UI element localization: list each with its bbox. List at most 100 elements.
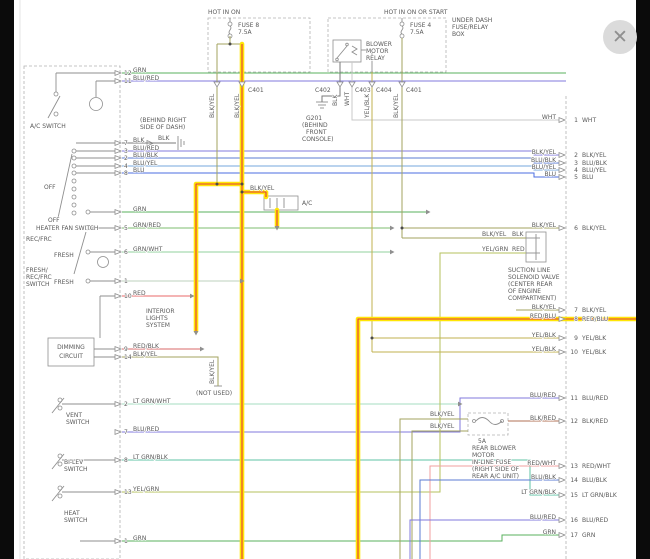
wire-color-label-vertical: BLK/YEL (393, 93, 400, 118)
wire-grn (122, 535, 562, 541)
interior-lights-label: SYSTEM (146, 322, 170, 329)
relay-contact (336, 58, 339, 61)
heater-fan-switch-label: HEATER FAN SWITCH (36, 225, 98, 232)
switch-contact (72, 179, 76, 183)
dash-ground-location: SIDE OF DASH) (140, 124, 185, 131)
wire-color-label: BLK/YEL (532, 222, 557, 229)
pin-number: 11 (570, 395, 578, 402)
connector-pin-arrow (559, 336, 565, 341)
g201-label: G201 (306, 115, 322, 122)
inline-connector-arrow (399, 82, 405, 87)
fuse4-terminal (400, 34, 404, 38)
pin-number: 4 (124, 163, 128, 170)
switch-contact (86, 279, 90, 283)
ac-connector-box (264, 196, 298, 210)
wire-color-label: YEL/BLK (531, 332, 557, 339)
wire-color-label: LT GRN/BLK (521, 489, 557, 496)
solenoid-valve-label: SUCTION LINE (508, 267, 551, 274)
pin-number: 10 (124, 293, 132, 300)
switch-contact (58, 462, 62, 466)
system-arrow (194, 331, 199, 336)
pin-number: 3 (574, 160, 578, 167)
wire-color-label: BLK/RED (530, 415, 556, 422)
fuse8-terminal (228, 22, 232, 26)
pin-number: 14 (570, 477, 578, 484)
dimming-circuit-box (48, 338, 94, 366)
connector-pin-arrow (559, 175, 565, 180)
rear-blower-fuse-box (468, 413, 508, 435)
wire-color-label: BLU/BLK (582, 477, 608, 484)
wire-color-label: BLU/YEL (133, 160, 158, 167)
pin-number: 1 (574, 117, 578, 124)
wire-color-label: RED/WHT (527, 460, 556, 467)
wire-color-label: GRN (133, 206, 146, 213)
pin-number: 1 (124, 278, 128, 285)
vent-switch-label: SWITCH (66, 419, 90, 426)
switch-wiper (58, 154, 72, 218)
pin-number: 7 (124, 429, 128, 436)
connector-label-c404: C404 (376, 87, 392, 94)
pin-number: 5 (124, 225, 128, 232)
rear-blower-fuse-location: REAR A/C UNIT) (472, 473, 519, 480)
pin-number: 2 (574, 152, 578, 159)
wire-color-label: LT GRN/WHT (133, 398, 171, 405)
pin-number: 13 (570, 463, 578, 470)
rear-fuse-terminal (473, 420, 476, 423)
wire-color-label: RED/BLK (133, 343, 160, 350)
wire-color-label-vertical: BLK (332, 94, 339, 106)
wire-color-label: BLU/RED (582, 395, 609, 402)
wire-color-label: BLU/RED (530, 392, 557, 399)
wire-color-label: BLK (512, 231, 524, 238)
pin-number: 2 (124, 401, 128, 408)
wire-blu-red (410, 520, 562, 559)
wire-color-label: BLU/RED (133, 426, 160, 433)
highlighted-circuit-glow (242, 192, 266, 197)
wire-color-label: GRN (543, 529, 556, 536)
switch-wiper (74, 232, 86, 274)
pin-number: 6 (124, 249, 128, 256)
connector-pin-arrow (559, 168, 565, 173)
junction-dot (241, 183, 244, 186)
wire-color-label: BLK/YEL (430, 411, 455, 418)
wire-color-label: YEL/BLK (531, 346, 557, 353)
rear-blower-fuse-label: IN-LINE FUSE (472, 459, 511, 466)
wire-color-label: BLU/BLK (531, 474, 557, 481)
wire-color-label: BLU/RED (530, 514, 557, 521)
close-icon: ✕ (612, 28, 628, 47)
system-arrow (390, 226, 395, 231)
diagram-viewer: 12GRN11BLU/RED7BLK3BLU/RED2BLU/BLK4BLU/Y… (0, 0, 650, 559)
close-button[interactable]: ✕ (603, 20, 637, 54)
fuse8-rating: 7.5A (238, 29, 253, 36)
solenoid-valve-location: OF ENGINE (508, 288, 541, 295)
pin-number: 8 (124, 170, 128, 177)
wire-color-label: GRN (133, 535, 146, 542)
fuse4-terminal (400, 22, 404, 26)
pin-number: 3 (124, 148, 128, 155)
control-panel-box (24, 66, 120, 559)
junction-dot (401, 227, 404, 230)
blower-relay-label: MOTOR (366, 48, 388, 55)
connector-label-c403: C403 (355, 87, 371, 94)
heat-switch-label: HEAT (64, 510, 80, 517)
pin-number: 6 (574, 225, 578, 232)
wire-color-label: YEL/GRN (481, 246, 508, 253)
pin-number: 15 (570, 492, 578, 499)
wire-color-label: LT GRN/BLK (582, 492, 618, 499)
wire-color-label: RED (133, 290, 146, 297)
switch-position-off: OFF (48, 217, 60, 224)
pin-number: 4 (574, 167, 578, 174)
wire-color-label: GRN (133, 67, 146, 74)
connector-pin-arrow (559, 478, 565, 483)
relay-contact (346, 43, 349, 46)
wire-blk-yel (122, 357, 218, 386)
wire-color-label: BLU/RED (133, 145, 160, 152)
wire-color-label: BLK/YEL (430, 423, 455, 430)
wire-color-label: BLU/YEL (582, 167, 607, 174)
pin-number: 1 (124, 538, 128, 545)
wire-blu-red (122, 398, 562, 432)
fuse4-rating: 7.5A (410, 29, 425, 36)
switch-position-off: OFF (44, 184, 56, 191)
wire-color-label: BLU/RED (582, 517, 609, 524)
bilev-switch-label: SWITCH (64, 466, 88, 473)
pin-number: 13 (124, 489, 132, 496)
